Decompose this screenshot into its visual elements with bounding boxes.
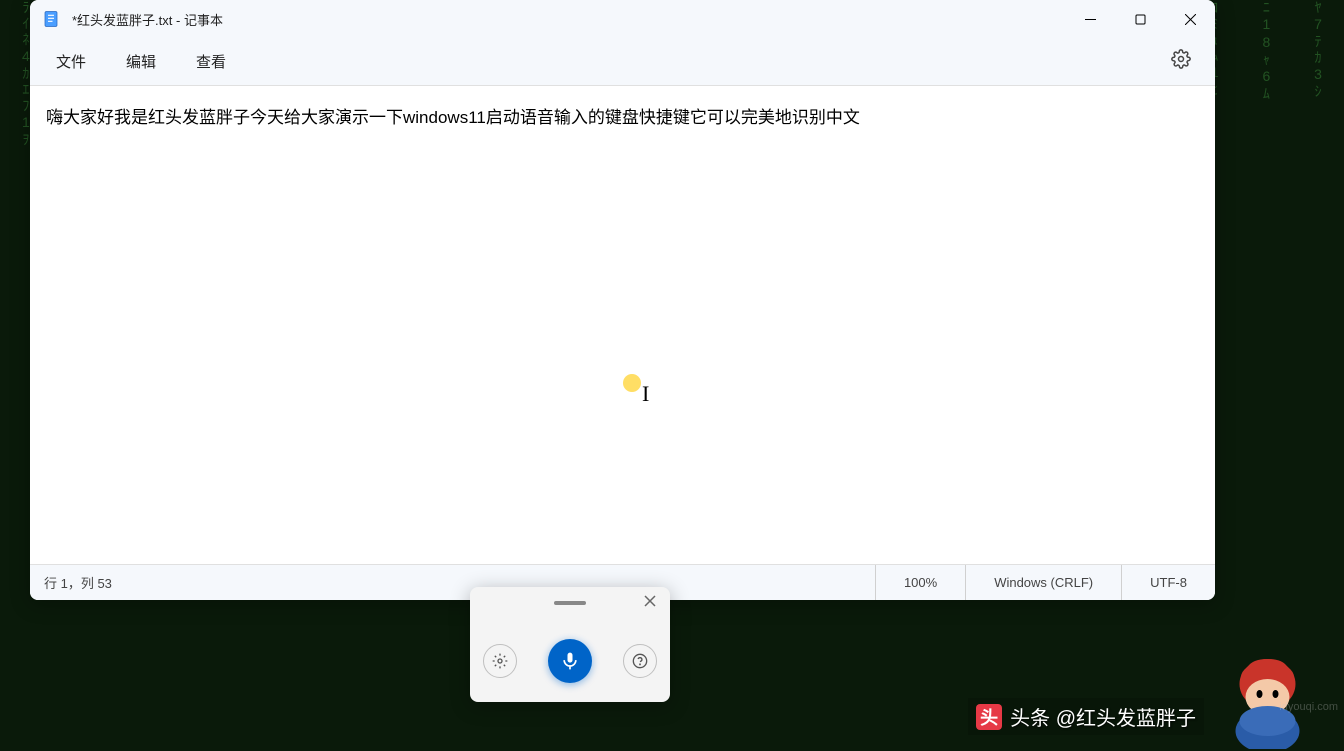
status-encoding[interactable]: UTF-8: [1121, 565, 1215, 600]
toutiao-label: 头条 @红头发蓝胖子: [1010, 702, 1196, 731]
gear-icon: [1171, 49, 1191, 69]
menu-view[interactable]: 查看: [180, 45, 242, 78]
voice-settings-button[interactable]: [483, 644, 517, 678]
titlebar[interactable]: *红头发蓝胖子.txt - 记事本: [30, 0, 1215, 38]
cursor-highlight: [623, 374, 641, 392]
voice-drag-handle[interactable]: [554, 601, 586, 605]
window-title: *红头发蓝胖子.txt - 记事本: [72, 10, 223, 29]
settings-button[interactable]: [1165, 43, 1197, 80]
voice-mic-button[interactable]: [548, 639, 592, 683]
minimize-button[interactable]: [1065, 0, 1115, 38]
help-icon: [632, 653, 648, 669]
voice-input-panel[interactable]: [470, 587, 670, 702]
close-icon: [644, 595, 656, 607]
microphone-icon: [560, 651, 580, 671]
menu-edit[interactable]: 编辑: [110, 45, 172, 78]
status-position: 行 1，列 53: [30, 573, 875, 592]
menubar: 文件 编辑 查看: [30, 38, 1215, 86]
text-cursor-icon: I: [642, 381, 649, 407]
site-watermark: idyouqi.com: [1279, 701, 1338, 713]
voice-close-button[interactable]: [640, 590, 660, 616]
voice-help-button[interactable]: [623, 644, 657, 678]
text-editor[interactable]: 嗨大家好我是红头发蓝胖子今天给大家演示一下windows11启动语音输入的键盘快…: [30, 86, 1215, 564]
toutiao-icon: 头: [976, 704, 1002, 730]
text-content: 嗨大家好我是红头发蓝胖子今天给大家演示一下windows11启动语音输入的键盘快…: [46, 104, 1199, 131]
toutiao-watermark: 头 头条 @红头发蓝胖子: [968, 698, 1204, 735]
status-zoom[interactable]: 100%: [875, 565, 965, 600]
avatar-image: [1215, 649, 1320, 749]
maximize-button[interactable]: [1115, 0, 1165, 38]
close-button[interactable]: [1165, 0, 1215, 38]
notepad-window: *红头发蓝胖子.txt - 记事本 文件 编辑 查看 嗨: [30, 0, 1215, 600]
notepad-app-icon: [42, 10, 60, 28]
menu-file[interactable]: 文件: [40, 45, 102, 78]
status-line-ending[interactable]: Windows (CRLF): [965, 565, 1121, 600]
gear-icon: [492, 653, 508, 669]
